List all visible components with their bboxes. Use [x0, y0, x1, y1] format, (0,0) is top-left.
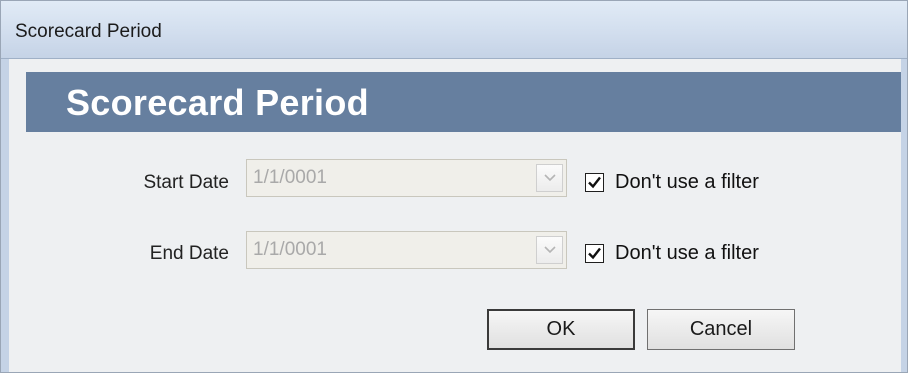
- window-title: Scorecard Period: [15, 21, 162, 42]
- checkmark-icon: [588, 247, 601, 260]
- header-banner: Scorecard Period: [26, 72, 901, 132]
- start-date-picker[interactable]: 1/1/0001: [246, 159, 567, 197]
- end-date-picker[interactable]: 1/1/0001: [246, 231, 567, 269]
- dialog-body: Scorecard Period Start Date 1/1/0001 Don…: [9, 59, 901, 372]
- end-date-no-filter-label: Don't use a filter: [615, 242, 759, 264]
- start-date-no-filter-checkbox[interactable]: Don't use a filter: [585, 171, 805, 197]
- checkmark-icon: [588, 176, 601, 189]
- chevron-down-icon: [544, 174, 556, 182]
- start-date-no-filter-label: Don't use a filter: [615, 171, 759, 193]
- end-date-label: End Date: [149, 243, 229, 264]
- start-date-dropdown-button[interactable]: [536, 164, 563, 192]
- title-bar[interactable]: Scorecard Period: [1, 1, 907, 59]
- start-date-label: Start Date: [143, 172, 229, 193]
- start-date-value: 1/1/0001: [253, 167, 327, 188]
- end-date-dropdown-button[interactable]: [536, 236, 563, 264]
- end-date-checkbox-box[interactable]: [585, 244, 604, 263]
- end-date-value: 1/1/0001: [253, 239, 327, 260]
- scorecard-period-dialog: Scorecard Period Scorecard Period Start …: [0, 0, 908, 373]
- cancel-button[interactable]: Cancel: [647, 309, 795, 350]
- ok-button[interactable]: OK: [487, 309, 635, 350]
- page-title: Scorecard Period: [66, 82, 369, 123]
- start-date-checkbox-box[interactable]: [585, 173, 604, 192]
- window-frame-right: [901, 59, 907, 372]
- chevron-down-icon: [544, 246, 556, 254]
- window-frame-left: [1, 59, 9, 372]
- end-date-no-filter-checkbox[interactable]: Don't use a filter: [585, 242, 805, 268]
